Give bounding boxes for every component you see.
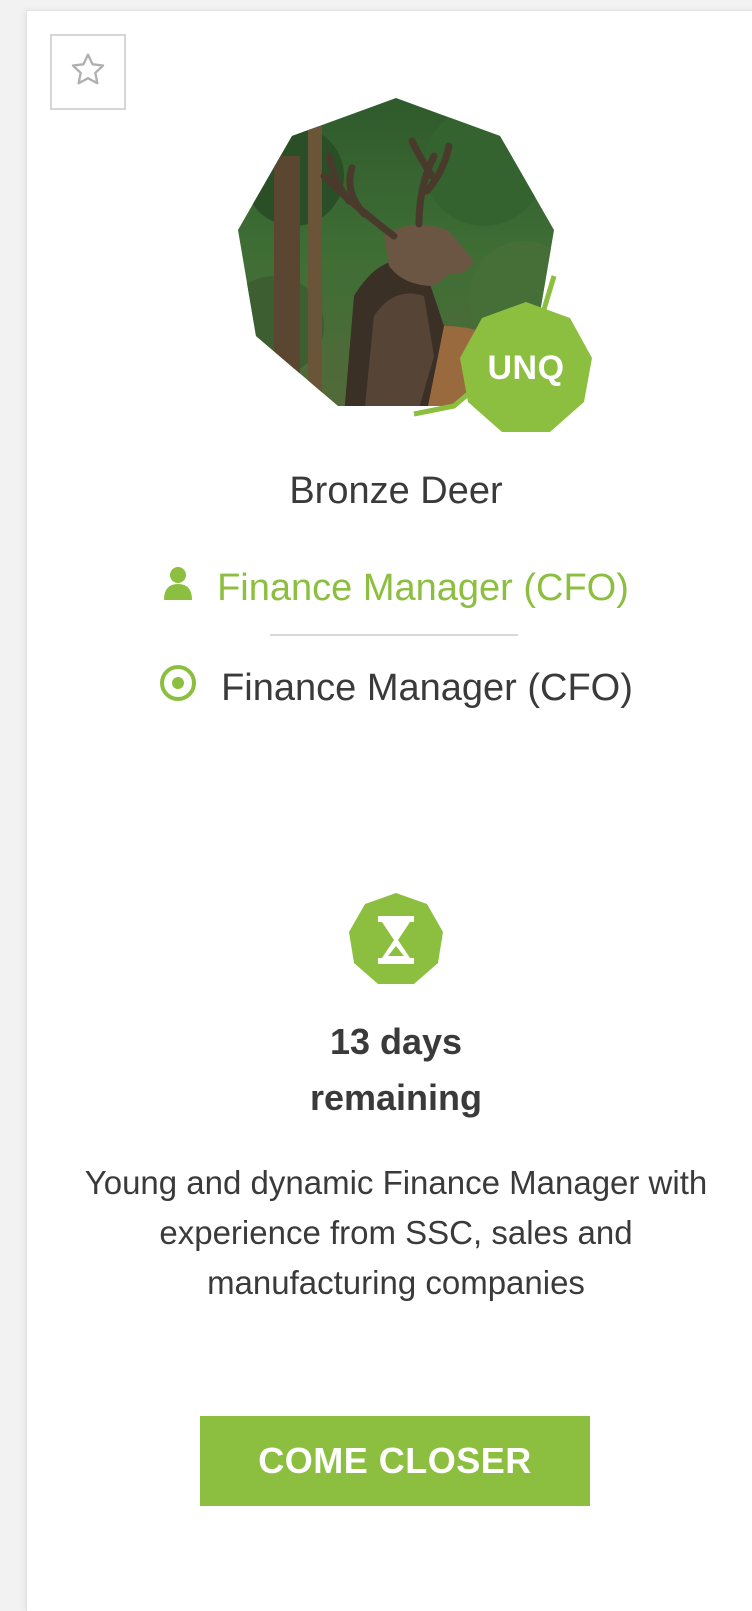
remaining-time: 13 days remaining bbox=[0, 1014, 752, 1126]
target-role-label: Finance Manager (CFO) bbox=[221, 666, 633, 709]
come-closer-button[interactable]: COME CLOSER bbox=[200, 1416, 590, 1506]
target-icon bbox=[159, 664, 197, 712]
remaining-count: 13 days bbox=[329, 1021, 463, 1062]
candidate-description: Young and dynamic Finance Manager with e… bbox=[84, 1164, 708, 1301]
current-role-label: Finance Manager (CFO) bbox=[217, 566, 629, 609]
unq-badge-label: UNQ bbox=[487, 348, 565, 387]
current-role: Finance Manager (CFO) bbox=[0, 566, 752, 610]
unq-badge: UNQ bbox=[458, 300, 594, 436]
role-divider bbox=[270, 634, 518, 636]
candidate-name: Bronze Deer bbox=[289, 470, 503, 512]
remaining-label: remaining bbox=[309, 1077, 483, 1118]
favorite-button[interactable] bbox=[50, 34, 126, 110]
hourglass-icon bbox=[348, 892, 444, 988]
avatar-wrapper: UNQ bbox=[234, 96, 594, 436]
target-role: Finance Manager (CFO) bbox=[0, 664, 752, 712]
star-outline-icon bbox=[68, 50, 108, 95]
person-icon bbox=[163, 566, 193, 610]
